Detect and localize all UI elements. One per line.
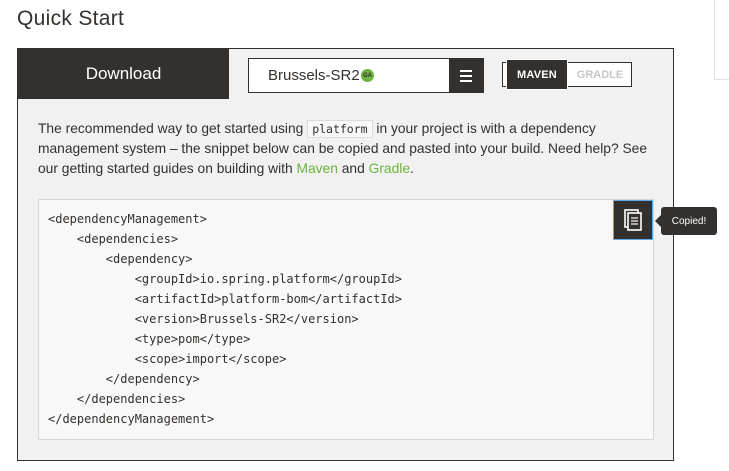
page-title: Quick Start bbox=[17, 7, 125, 30]
gradle-button[interactable]: GRADLE bbox=[569, 63, 631, 86]
code-line: <dependency> bbox=[48, 252, 193, 266]
gradle-link[interactable]: Gradle bbox=[369, 161, 410, 176]
version-menu-button[interactable] bbox=[449, 59, 483, 92]
quick-start-panel: Download Brussels-SR2 GA MAVEN GRADLE Th… bbox=[17, 48, 717, 461]
code-line: <type>pom</type> bbox=[48, 332, 251, 346]
code-line: <scope>import</scope> bbox=[48, 352, 287, 366]
ga-badge: GA bbox=[361, 69, 374, 82]
download-tab[interactable]: Download bbox=[18, 49, 229, 99]
side-panel-frame bbox=[714, 0, 729, 80]
code-line: <dependencyManagement> bbox=[48, 212, 207, 226]
code-line: </dependencies> bbox=[48, 392, 186, 406]
maven-button[interactable]: MAVEN bbox=[506, 59, 568, 90]
code-line: <artifactId>platform-bom</artifactId> bbox=[48, 292, 403, 306]
maven-link[interactable]: Maven bbox=[296, 161, 337, 176]
description-text: The recommended way to get started using… bbox=[38, 119, 660, 179]
description-part: and bbox=[337, 161, 369, 176]
version-value: Brussels-SR2 bbox=[268, 67, 360, 84]
hamburger-icon bbox=[460, 69, 472, 72]
copy-icon bbox=[624, 209, 642, 231]
copy-button[interactable] bbox=[613, 200, 653, 240]
code-line: <groupId>io.spring.platform</groupId> bbox=[48, 272, 403, 286]
version-select[interactable]: Brussels-SR2 GA bbox=[248, 58, 484, 93]
code-line: </dependency> bbox=[48, 372, 200, 386]
inline-code: platform bbox=[307, 120, 373, 138]
code-line: <dependencies> bbox=[48, 232, 179, 246]
code-snippet[interactable]: <dependencyManagement> <dependencies> <d… bbox=[38, 199, 654, 440]
description-part: . bbox=[410, 161, 414, 176]
description-part: The recommended way to get started using bbox=[38, 121, 308, 136]
code-line: <version>Brussels-SR2</version> bbox=[48, 312, 359, 326]
hamburger-icon-line bbox=[460, 79, 472, 82]
hamburger-icon-line bbox=[460, 74, 472, 77]
code-line: </dependencyManagement> bbox=[48, 412, 215, 426]
copied-tooltip: Copied! bbox=[655, 207, 717, 235]
build-tool-toggle: MAVEN GRADLE bbox=[502, 59, 632, 90]
